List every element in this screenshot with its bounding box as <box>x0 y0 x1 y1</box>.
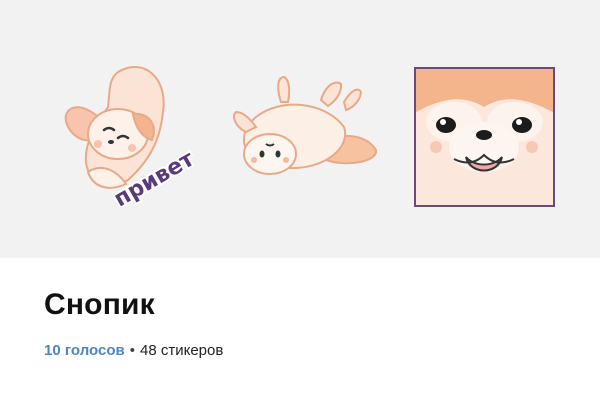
sticker-fox-hello[interactable]: привет <box>48 52 198 207</box>
sticker-dog-face[interactable] <box>414 67 555 207</box>
pack-title: Снопик <box>44 288 155 321</box>
sticker-pack-card[interactable]: привет Снопик 10 голосов • 48 стикеров <box>0 0 600 401</box>
votes-link[interactable]: 10 голосов <box>44 342 125 359</box>
meta-separator: • <box>129 342 135 359</box>
pack-meta: 10 голосов • 48 стикеров <box>44 342 223 359</box>
sticker-preview-area[interactable]: привет <box>0 0 600 258</box>
pack-info: Снопик 10 голосов • 48 стикеров <box>0 258 600 401</box>
sticker-count: 48 стикеров <box>139 342 224 359</box>
sticker-fox-lying[interactable] <box>226 72 384 182</box>
